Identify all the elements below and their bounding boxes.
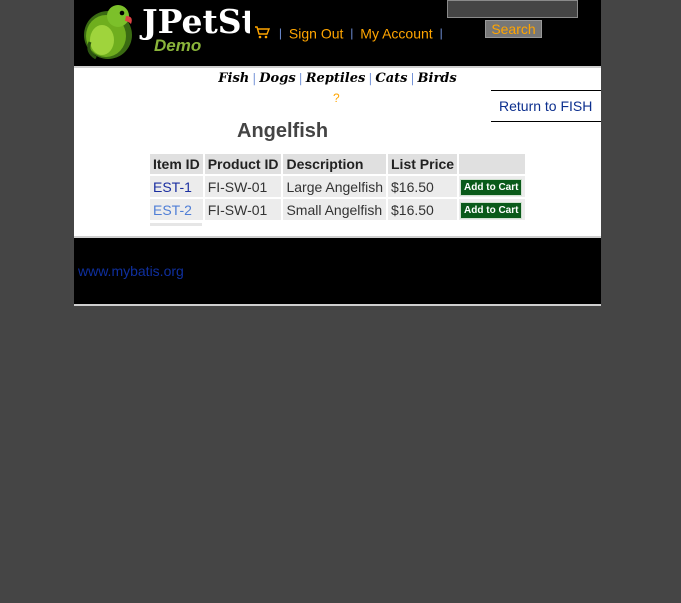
main-menu: | Sign Out | My Account | [254,24,446,42]
quicklink-separator: | [298,71,303,85]
item-id-link[interactable]: EST-2 [153,202,192,218]
item-id-cell: EST-2 [150,199,203,220]
search-button[interactable]: Search [485,20,542,38]
quicklink-reptiles[interactable]: Reptiles [306,71,366,86]
logo[interactable]: JPetSto Demo [82,2,250,60]
menu-separator: | [278,26,283,41]
product-id-cell: FI-SW-01 [204,176,282,197]
quicklink-separator: | [368,71,373,85]
return-to-category-link[interactable]: Return to FISH [499,98,592,114]
action-cell: Add to Cart [459,199,526,220]
footer: www.mybatis.org [74,236,601,306]
table-row: EST-2 FI-SW-01 Small Angelfish $16.50 Ad… [150,199,526,220]
mybatis-link[interactable]: www.mybatis.org [78,263,184,279]
menu-separator: | [439,26,443,41]
table-row: EST-1 FI-SW-01 Large Angelfish $16.50 Ad… [150,176,526,197]
cart-icon[interactable] [254,25,271,42]
item-id-cell: EST-1 [150,176,203,197]
content: Fish | Dogs | Reptiles | Cats | Birds ? Return t… [74,66,601,236]
menu-separator: | [350,26,354,41]
search-input[interactable] [447,0,578,18]
page-wrapper: JPetSto Demo | Sign Out | My Account | S… [74,0,601,306]
parrot-logo-icon [84,5,132,60]
logo-subtitle: Demo [154,36,202,55]
column-header-product-id: Product ID [204,154,282,174]
quicklink-birds[interactable]: Birds [418,71,457,86]
quicklink-dogs[interactable]: Dogs [259,71,295,86]
help-link[interactable]: ? [333,91,340,105]
table-footer-cell [150,223,202,226]
header: JPetSto Demo | Sign Out | My Account | S… [74,0,601,66]
table-header-row: Item ID Product ID Description List Pric… [150,154,526,174]
description-cell: Small Angelfish [283,199,386,220]
items-table: Item ID Product ID Description List Pric… [148,152,527,222]
quicklink-separator: | [410,71,415,85]
column-header-item-id: Item ID [150,154,203,174]
page-title: Angelfish [237,120,329,142]
product-id-cell: FI-SW-01 [204,199,282,220]
item-id-link[interactable]: EST-1 [153,179,192,195]
column-header-description: Description [283,154,386,174]
quicklinks: Fish | Dogs | Reptiles | Cats | Birds [74,71,601,86]
quicklink-cats[interactable]: Cats [375,71,407,86]
back-link-box: Return to FISH [491,90,601,122]
quicklink-separator: | [252,71,257,85]
price-cell: $16.50 [388,199,458,220]
add-to-cart-button[interactable]: Add to Cart [460,202,523,219]
my-account-link[interactable]: My Account [360,25,432,41]
column-header-list-price: List Price [388,154,458,174]
action-cell: Add to Cart [459,176,526,197]
description-cell: Large Angelfish [283,176,386,197]
price-cell: $16.50 [388,176,458,197]
add-to-cart-button[interactable]: Add to Cart [460,179,523,196]
column-header-action [459,154,526,174]
sign-out-link[interactable]: Sign Out [289,25,343,41]
quicklink-fish[interactable]: Fish [218,71,249,86]
